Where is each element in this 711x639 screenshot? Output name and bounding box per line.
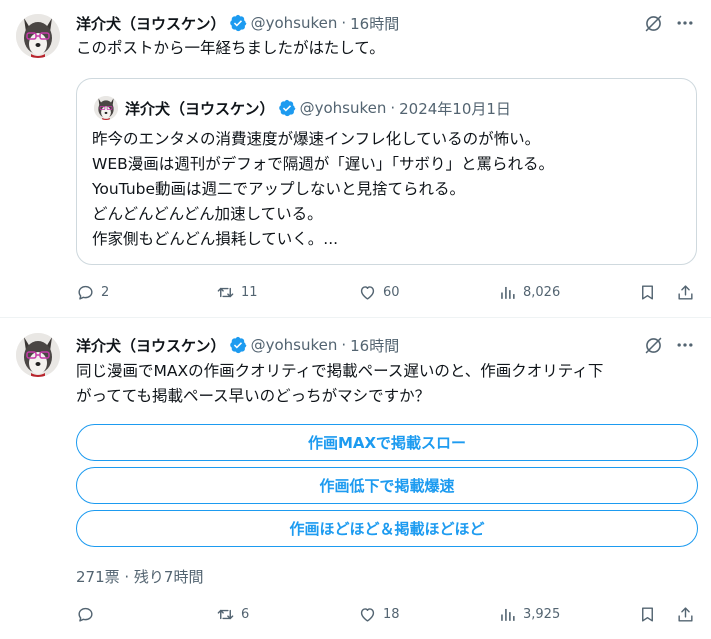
separator-dot: · [341,14,347,32]
repost-count: 11 [241,284,258,300]
poll-option[interactable]: 作画ほどほど＆掲載ほどほど [76,510,698,547]
quoted-author-name: 洋介犬（ヨウスケン） [125,99,275,118]
share-button[interactable] [676,280,695,304]
quoted-date: 2024年10月1日 [399,99,511,118]
author-name[interactable]: 洋介犬（ヨウスケン） [76,13,226,34]
bookmark-button[interactable] [638,602,657,626]
quoted-tweet[interactable]: 洋介犬（ヨウスケン） @yohsuken · 2024年10月1日 昨今のエンタ… [76,78,697,265]
share-icon [678,284,693,300]
grok-icon[interactable] [642,334,664,356]
quoted-tweet-text: 昨今のエンタメの消費速度が爆速インフレ化しているのが怖い。 WEB漫画は週刊がデ… [92,127,554,252]
reply-button[interactable] [76,602,101,626]
quoted-text-line: 昨今のエンタメの消費速度が爆速インフレ化しているのが怖い。 [92,130,541,148]
more-options-icon[interactable] [674,334,696,356]
bookmark-icon [642,606,653,622]
repost-icon [217,609,234,619]
timestamp[interactable]: 16時間 [350,335,399,356]
tweet-actions: 6 18 3,925 [76,602,701,626]
author-avatar[interactable] [16,333,60,377]
reply-icon [78,285,93,300]
timestamp[interactable]: 16時間 [350,13,399,34]
bookmark-button[interactable] [638,280,657,304]
tweet[interactable]: 洋介犬（ヨウスケン） @yohsuken · 16時間 同じ漫画でMAXの作画ク… [0,319,711,639]
more-options-icon[interactable] [674,12,696,34]
like-count: 60 [383,284,400,300]
quoted-text-line: YouTube動画は週二でアップしないと見捨てられる。 [92,180,466,198]
bookmark-icon [642,284,653,300]
repost-button[interactable]: 11 [216,280,258,304]
author-handle[interactable]: @yohsuken [251,14,338,32]
reply-icon [78,607,93,622]
like-count: 18 [383,606,400,622]
verified-badge-icon [229,14,246,32]
author-avatar[interactable] [16,14,60,58]
quoted-author-avatar [94,96,118,120]
husky-dog-avatar-icon [16,14,60,58]
tweet-header: 洋介犬（ヨウスケン） @yohsuken · 16時間 [76,334,399,356]
verified-badge-icon [229,336,246,354]
share-icon [678,606,693,622]
tweet-header: 洋介犬（ヨウスケン） @yohsuken · 16時間 [76,12,399,34]
reply-button[interactable]: 2 [76,280,109,304]
verified-badge-icon [278,99,295,117]
share-button[interactable] [676,602,695,626]
analytics-icon [501,608,515,621]
heart-icon [360,285,375,300]
quoted-text-line: WEB漫画は週刊がデフォで隔週が「遅い」「サボり」と罵られる。 [92,155,555,173]
quoted-text-line: どんどんどんどん加速している。 [92,205,323,223]
like-button[interactable]: 60 [358,280,400,304]
poll-option[interactable]: 作画低下で掲載爆速 [76,467,698,504]
repost-icon [217,287,234,297]
repost-button[interactable]: 6 [216,602,249,626]
husky-dog-avatar-icon [16,333,60,377]
quoted-text-line: 作家側もどんどん損耗していく。... [92,230,339,248]
poll-option[interactable]: 作画MAXで掲載スロー [76,424,698,461]
like-button[interactable]: 18 [358,602,400,626]
tweet-text: 同じ漫画でMAXの作画クオリティで掲載ペース遅いのと、作画クオリティ下 がってて… [76,359,603,409]
husky-dog-avatar-icon [94,96,118,120]
author-handle[interactable]: @yohsuken [251,336,338,354]
view-count: 3,925 [523,606,561,622]
grok-icon[interactable] [642,12,664,34]
separator-dot: · [390,99,396,117]
analytics-icon [501,286,515,299]
tweet-text-line: がってても掲載ペース早いのどっちがマシですか？ [76,387,431,405]
author-name[interactable]: 洋介犬（ヨウスケン） [76,335,226,356]
separator-dot: · [341,336,347,354]
quoted-author-handle: @yohsuken [299,99,387,117]
tweet-actions: 2 11 60 8,026 [76,280,701,304]
quoted-tweet-header: 洋介犬（ヨウスケン） @yohsuken · 2024年10月1日 [125,97,511,119]
poll-meta: 271票 · 残り7時間 [76,568,204,586]
tweet[interactable]: 洋介犬（ヨウスケン） @yohsuken · 16時間 このポストから一年経ちま… [0,0,711,318]
views-button[interactable]: 3,925 [498,602,560,626]
tweet-text: このポストから一年経ちましたがはたして。 [76,39,385,57]
reply-count: 2 [101,284,110,300]
view-count: 8,026 [523,284,561,300]
tweet-text-line: 同じ漫画でMAXの作画クオリティで掲載ペース遅いのと、作画クオリティ下 [76,362,604,380]
repost-count: 6 [241,606,250,622]
heart-icon [360,607,375,622]
views-button[interactable]: 8,026 [498,280,560,304]
